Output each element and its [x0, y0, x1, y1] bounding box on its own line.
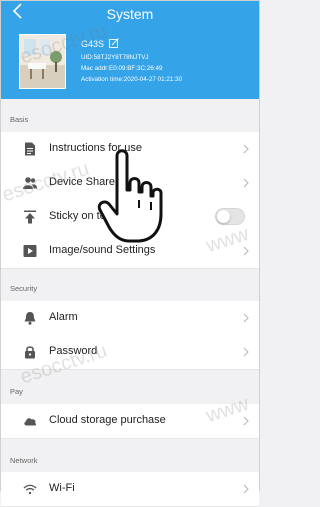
alarm-item[interactable]: Alarm — [1, 301, 259, 336]
cloud-icon — [24, 418, 37, 426]
sticky-on-top-toggle[interactable] — [215, 208, 245, 225]
document-icon — [25, 142, 35, 156]
section-basis-label: Basis — [10, 115, 29, 124]
chevron-right-icon — [243, 144, 249, 154]
alarm-label: Alarm — [49, 311, 78, 323]
chevron-right-icon — [243, 313, 249, 323]
arrow-up-icon — [24, 210, 36, 224]
page-title: System — [106, 6, 154, 22]
device-uid: UID:58TJ2Y8T78NJTVJ — [81, 54, 149, 61]
device-mac: Mac addr:E0:09:BF:3C:26:49 — [81, 65, 163, 72]
pointing-hand-icon — [97, 149, 163, 243]
section-network-label: Network — [10, 456, 38, 465]
chevron-right-icon — [243, 178, 249, 188]
chevron-right-icon — [243, 246, 249, 256]
wifi-item[interactable]: Wi-Fi — [1, 472, 259, 507]
section-security-label: Security — [10, 284, 38, 293]
section-network-header: Network — [1, 452, 259, 468]
device-activation-time: Activation time:2020-04-27 01:21:30 — [81, 76, 183, 83]
play-icon — [23, 245, 37, 257]
section-pay-label: Pay — [10, 387, 23, 396]
chevron-right-icon — [243, 347, 249, 357]
section-pay-header: Pay — [1, 383, 259, 399]
section-security-header: Security — [1, 280, 259, 296]
lock-icon — [25, 346, 35, 359]
edit-icon[interactable] — [109, 38, 119, 48]
chevron-right-icon — [243, 416, 249, 426]
section-basis-header: Basis — [1, 111, 259, 127]
cloud-storage-label: Cloud storage purchase — [49, 414, 166, 426]
bell-icon — [24, 312, 36, 325]
wifi-label: Wi-Fi — [49, 482, 75, 494]
wifi-icon — [23, 484, 37, 495]
toggle-knob — [217, 210, 230, 223]
chevron-right-icon — [243, 484, 249, 494]
